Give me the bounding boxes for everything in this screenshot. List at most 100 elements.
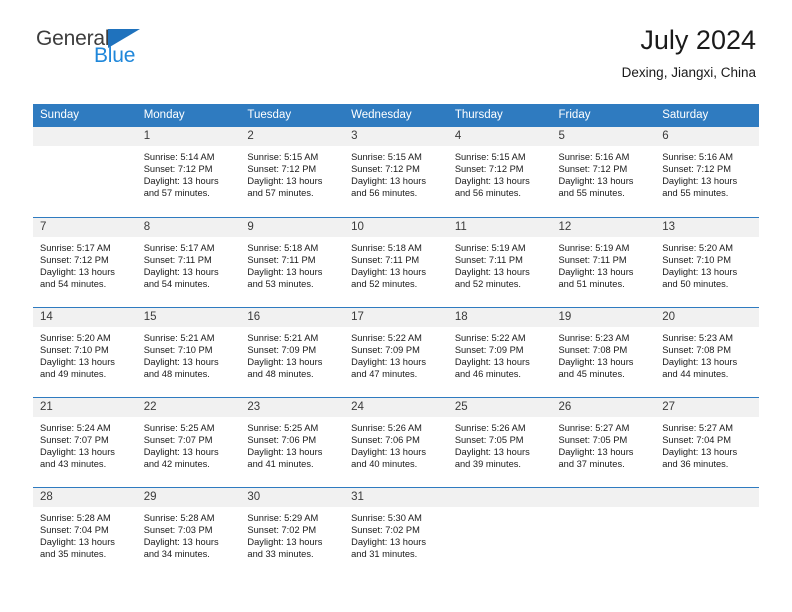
weekday-header-thursday: Thursday [447,104,552,127]
weekday-header-sunday: Sunday [33,104,137,127]
sunrise-text: Sunrise: 5:28 AM [40,512,111,523]
day-cell[interactable]: 30 Sunrise: 5:29 AM Sunset: 7:02 PM Dayligh… [240,486,345,577]
daylight-text-line1: Daylight: 13 hours [143,266,219,277]
daylight-text-line2: and 40 minutes. [351,458,418,469]
calendar-week-row: 7 Sunrise: 5:17 AM Sunset: 7:12 PM Daylight… [33,216,759,307]
calendar-week-row: 14 Sunrise: 5:20 AM Sunset: 7:10 PM Dayligh… [33,306,759,397]
day-cell[interactable]: 17 Sunrise: 5:22 AM Sunset: 7:09 PM Dayligh… [344,306,448,397]
day-details: Sunrise: 5:18 AM Sunset: 7:11 PM Daylight:… [344,237,448,290]
day-number: 12 [551,217,656,237]
sunset-text: Sunset: 7:09 PM [247,344,317,355]
day-number [655,487,759,507]
day-cell[interactable]: 16 Sunrise: 5:21 AM Sunset: 7:09 PM Dayligh… [240,306,345,397]
sunset-text: Sunset: 7:12 PM [143,164,213,175]
day-cell[interactable]: 27 Sunrise: 5:27 AM Sunset: 7:04 PM Dayligh… [655,396,759,487]
daylight-text-line2: and 48 minutes. [143,368,210,379]
day-number: 22 [136,397,241,417]
day-details: Sunrise: 5:14 AM Sunset: 7:12 PM Daylight:… [137,146,241,199]
weekday-header-wednesday: Wednesday [344,104,448,127]
daylight-text-line2: and 56 minutes. [351,188,418,199]
day-details: Sunrise: 5:27 AM Sunset: 7:04 PM Daylight:… [655,417,759,470]
day-cell[interactable]: 18 Sunrise: 5:22 AM Sunset: 7:09 PM Dayligh… [447,306,552,397]
weekday-header-monday: Monday [136,104,241,127]
day-number: 13 [655,217,759,237]
calendar-header-row: Sunday Monday Tuesday Wednesday Thursday Frid… [33,104,759,127]
sunset-text: Sunset: 7:02 PM [247,524,317,535]
sunset-text: Sunset: 7:11 PM [558,254,627,265]
day-cell[interactable]: 3 Sunrise: 5:15 AM Sunset: 7:12 PM Daylight… [344,127,448,217]
daylight-text-line1: Daylight: 13 hours [454,446,530,457]
day-cell[interactable]: 11 Sunrise: 5:19 AM Sunset: 7:11 PM Dayligh… [447,216,552,307]
sunset-text: Sunset: 7:08 PM [662,344,731,355]
day-details: Sunrise: 5:26 AM Sunset: 7:05 PM Daylight:… [448,417,552,470]
sunrise-text: Sunrise: 5:23 AM [558,332,630,343]
day-cell[interactable]: 23 Sunrise: 5:25 AM Sunset: 7:06 PM Dayligh… [240,396,345,487]
day-cell[interactable]: 21 Sunrise: 5:24 AM Sunset: 7:07 PM Dayligh… [33,396,137,487]
daylight-text-line1: Daylight: 13 hours [558,176,634,187]
sunrise-text: Sunrise: 5:20 AM [40,332,111,343]
day-cell[interactable]: 4 Sunrise: 5:15 AM Sunset: 7:12 PM Daylight… [447,127,552,217]
daylight-text-line1: Daylight: 13 hours [454,266,530,277]
day-number: 21 [33,397,137,417]
daylight-text-line1: Daylight: 13 hours [247,446,323,457]
daylight-text-line1: Daylight: 13 hours [40,266,115,277]
sunrise-text: Sunrise: 5:15 AM [351,152,422,162]
daylight-text-line2: and 43 minutes. [40,458,107,469]
title-block: July 2024 Dexing, Jiangxi, China [622,25,756,79]
daylight-text-line2: and 47 minutes. [351,368,418,379]
sunset-text: Sunset: 7:10 PM [662,254,731,265]
day-cell[interactable]: 2 Sunrise: 5:15 AM Sunset: 7:12 PM Daylight… [240,127,345,217]
day-cell[interactable]: 20 Sunrise: 5:23 AM Sunset: 7:08 PM Dayligh… [655,306,759,397]
sunrise-text: Sunrise: 5:15 AM [247,152,319,162]
day-number: 20 [655,307,759,327]
sunrise-text: Sunrise: 5:16 AM [662,152,734,162]
sunset-text: Sunset: 7:12 PM [662,164,731,175]
sunset-text: Sunset: 7:12 PM [351,164,420,175]
day-number: 18 [447,307,552,327]
day-number: 14 [33,307,137,327]
day-cell[interactable]: 8 Sunrise: 5:17 AM Sunset: 7:11 PM Daylight… [136,216,241,307]
day-cell[interactable]: 14 Sunrise: 5:20 AM Sunset: 7:10 PM Dayligh… [33,306,137,397]
day-details: Sunrise: 5:16 AM Sunset: 7:12 PM Daylight:… [552,146,656,199]
sunset-text: Sunset: 7:04 PM [40,524,109,535]
day-details: Sunrise: 5:25 AM Sunset: 7:06 PM Daylight:… [240,417,344,470]
day-cell[interactable]: 28 Sunrise: 5:28 AM Sunset: 7:04 PM Dayligh… [33,486,137,577]
day-cell[interactable]: 19 Sunrise: 5:23 AM Sunset: 7:08 PM Dayligh… [551,306,656,397]
sunset-text: Sunset: 7:11 PM [351,254,420,265]
day-cell[interactable]: 7 Sunrise: 5:17 AM Sunset: 7:12 PM Daylight… [33,216,137,307]
day-number: 28 [33,487,137,507]
daylight-text-line2: and 46 minutes. [454,368,521,379]
day-details: Sunrise: 5:28 AM Sunset: 7:04 PM Daylight:… [33,507,137,560]
day-details: Sunrise: 5:23 AM Sunset: 7:08 PM Daylight:… [655,327,759,380]
day-cell[interactable]: 31 Sunrise: 5:30 AM Sunset: 7:02 PM Dayligh… [344,486,448,577]
day-number: 4 [447,127,552,146]
day-number: 26 [551,397,656,417]
sunrise-text: Sunrise: 5:22 AM [351,332,422,343]
day-cell[interactable]: 24 Sunrise: 5:26 AM Sunset: 7:06 PM Dayligh… [344,396,448,487]
day-cell[interactable]: 22 Sunrise: 5:25 AM Sunset: 7:07 PM Dayligh… [136,396,241,487]
day-cell[interactable]: 1 Sunrise: 5:14 AM Sunset: 7:12 PM Daylight… [136,127,241,217]
day-cell[interactable]: 13 Sunrise: 5:20 AM Sunset: 7:10 PM Dayligh… [655,216,759,307]
day-cell[interactable]: 15 Sunrise: 5:21 AM Sunset: 7:10 PM Dayligh… [136,306,241,397]
day-cell[interactable]: 12 Sunrise: 5:19 AM Sunset: 7:11 PM Dayligh… [551,216,656,307]
day-cell[interactable]: 29 Sunrise: 5:28 AM Sunset: 7:03 PM Dayligh… [136,486,241,577]
sunrise-text: Sunrise: 5:15 AM [454,152,526,162]
day-cell[interactable]: 5 Sunrise: 5:16 AM Sunset: 7:12 PM Daylight… [551,127,656,217]
day-cell-empty [655,486,759,577]
day-details: Sunrise: 5:21 AM Sunset: 7:10 PM Daylight:… [137,327,241,380]
day-number: 11 [447,217,552,237]
brand-logo[interactable]: General Blue [36,28,236,66]
day-cell[interactable]: 10 Sunrise: 5:18 AM Sunset: 7:11 PM Dayligh… [344,216,448,307]
day-cell[interactable]: 26 Sunrise: 5:27 AM Sunset: 7:05 PM Dayligh… [551,396,656,487]
daylight-text-line1: Daylight: 13 hours [454,176,530,187]
daylight-text-line2: and 42 minutes. [143,458,210,469]
day-details: Sunrise: 5:17 AM Sunset: 7:11 PM Daylight:… [137,237,241,290]
day-details: Sunrise: 5:23 AM Sunset: 7:08 PM Daylight:… [552,327,656,380]
day-cell[interactable]: 6 Sunrise: 5:16 AM Sunset: 7:12 PM Daylight… [655,127,759,217]
day-number: 25 [447,397,552,417]
sunset-text: Sunset: 7:12 PM [247,164,317,175]
day-cell[interactable]: 25 Sunrise: 5:26 AM Sunset: 7:05 PM Dayligh… [447,396,552,487]
day-details: Sunrise: 5:15 AM Sunset: 7:12 PM Daylight:… [448,146,552,199]
day-cell[interactable]: 9 Sunrise: 5:18 AM Sunset: 7:11 PM Daylight… [240,216,345,307]
day-number: 23 [240,397,345,417]
